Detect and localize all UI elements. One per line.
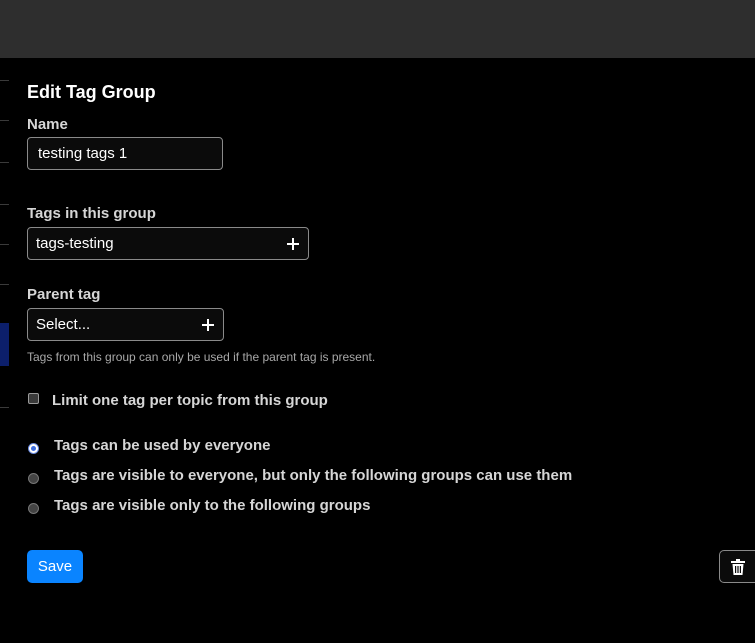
sidebar-edge bbox=[0, 58, 10, 458]
sidebar-divider bbox=[0, 407, 9, 408]
parent-tag-placeholder: Select... bbox=[36, 316, 91, 333]
visibility-label-everyone[interactable]: Tags can be used by everyone bbox=[54, 437, 270, 454]
name-label: Name bbox=[27, 116, 68, 133]
name-input[interactable] bbox=[27, 137, 223, 170]
visibility-label-groups-only[interactable]: Tags are visible only to the following g… bbox=[54, 497, 370, 514]
plus-icon[interactable] bbox=[286, 237, 300, 251]
sidebar-divider bbox=[0, 120, 9, 121]
visibility-radio-groups-only[interactable] bbox=[28, 503, 39, 514]
tags-label: Tags in this group bbox=[27, 205, 156, 222]
sidebar-active-item[interactable] bbox=[0, 323, 9, 366]
visibility-label-visible-limited-use[interactable]: Tags are visible to everyone, but only t… bbox=[54, 467, 572, 484]
parent-tag-chooser[interactable]: Select... bbox=[27, 308, 224, 341]
selected-tag: tags-testing bbox=[36, 235, 114, 252]
visibility-radio-visible-limited-use[interactable] bbox=[28, 473, 39, 484]
parent-tag-label: Parent tag bbox=[27, 286, 101, 303]
sidebar-divider bbox=[0, 204, 9, 205]
one-per-topic-checkbox[interactable] bbox=[28, 393, 39, 404]
save-button[interactable]: Save bbox=[27, 550, 83, 583]
tags-chooser[interactable]: tags-testing bbox=[27, 227, 309, 260]
parent-tag-help: Tags from this group can only be used if… bbox=[27, 350, 376, 364]
sidebar-divider bbox=[0, 80, 9, 81]
visibility-radio-everyone[interactable] bbox=[28, 443, 39, 454]
sidebar-divider bbox=[0, 162, 9, 163]
page-title: Edit Tag Group bbox=[27, 82, 156, 102]
delete-button[interactable] bbox=[719, 550, 755, 583]
top-header-bar bbox=[0, 0, 755, 58]
sidebar-divider bbox=[0, 284, 9, 285]
plus-icon[interactable] bbox=[201, 318, 215, 332]
one-per-topic-label[interactable]: Limit one tag per topic from this group bbox=[52, 392, 328, 409]
trash-icon bbox=[731, 559, 745, 580]
sidebar-divider bbox=[0, 244, 9, 245]
